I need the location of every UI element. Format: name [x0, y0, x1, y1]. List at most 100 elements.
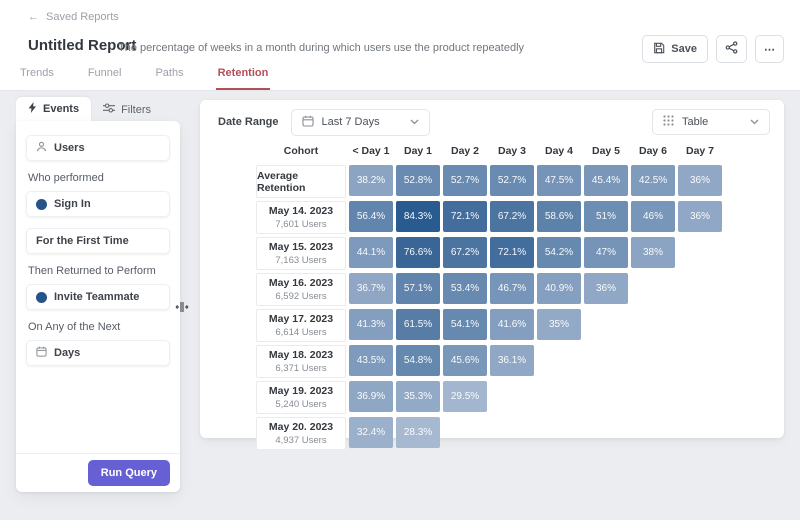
sidebar-tab-label: Events [43, 103, 79, 115]
report-description: The percentage of weeks in a month durin… [118, 42, 524, 54]
empty-cell [537, 345, 581, 378]
view-select[interactable]: Table [652, 109, 770, 135]
more-button[interactable]: ⋯ [755, 35, 784, 63]
share-button[interactable] [716, 35, 747, 63]
retention-cell[interactable]: 54.8% [396, 345, 440, 376]
cohort-name: May 16. 2023 [269, 277, 333, 289]
cohort-size: 7,601 Users [275, 219, 326, 230]
empty-cell [678, 237, 722, 270]
cohort-name: May 14. 2023 [269, 205, 333, 217]
date-range-select[interactable]: Last 7 Days [291, 109, 430, 136]
retention-cell[interactable]: 38% [631, 237, 675, 268]
filters-icon [103, 103, 115, 116]
tab-retention[interactable]: Retention [216, 67, 271, 90]
tab-trends[interactable]: Trends [18, 67, 56, 90]
back-link[interactable]: ← Saved Reports [28, 11, 119, 23]
retention-cell[interactable]: 36% [678, 165, 722, 196]
cohort-size: 6,614 Users [275, 327, 326, 338]
retention-cell[interactable]: 45.6% [443, 345, 487, 376]
retention-cell[interactable]: 36% [678, 201, 722, 232]
builder-row-days[interactable]: Days [26, 340, 170, 366]
retention-cell[interactable]: 51% [584, 201, 628, 232]
retention-cell[interactable]: 47% [584, 237, 628, 268]
retention-cell[interactable]: 52.7% [443, 165, 487, 196]
retention-cell[interactable]: 28.3% [396, 417, 440, 448]
panel-resize-handle[interactable] [175, 300, 189, 318]
retention-cell[interactable]: 36% [584, 273, 628, 304]
retention-cell[interactable]: 54.1% [443, 309, 487, 340]
column-header-cohort: Cohort [256, 142, 346, 160]
retention-cell[interactable]: 56.4% [349, 201, 393, 232]
save-icon [653, 42, 665, 57]
retention-cell[interactable]: 58.6% [537, 201, 581, 232]
sidebar-tab-filters[interactable]: Filters [91, 98, 163, 122]
event-row-sign-in[interactable]: Sign In [26, 191, 170, 217]
retention-cell[interactable]: 72.1% [443, 201, 487, 232]
back-arrow-icon: ← [28, 11, 39, 23]
empty-cell [584, 381, 628, 414]
empty-cell [443, 417, 487, 450]
retention-cell[interactable]: 57.1% [396, 273, 440, 304]
retention-cell[interactable]: 36.9% [349, 381, 393, 412]
sidebar-tab-events[interactable]: Events [16, 97, 91, 122]
cohort-label-cell: May 15. 20237,163 Users [256, 237, 346, 270]
retention-cell[interactable]: 45.4% [584, 165, 628, 196]
retention-cell[interactable]: 72.1% [490, 237, 534, 268]
retention-cell[interactable]: 67.2% [443, 237, 487, 268]
retention-grid: Cohort< Day 1Day 1Day 2Day 3Day 4Day 5Da… [256, 142, 722, 450]
retention-cell[interactable]: 46% [631, 201, 675, 232]
row-label: Users [54, 142, 85, 154]
empty-cell [631, 309, 675, 342]
retention-cell[interactable]: 84.3% [396, 201, 440, 232]
report-tabs: Trends Funnel Paths Retention [18, 67, 270, 90]
column-header-day-1: Day 1 [396, 142, 440, 160]
retention-cell[interactable]: 41.6% [490, 309, 534, 340]
empty-cell [490, 417, 534, 450]
builder-row-users[interactable]: Users [26, 135, 170, 161]
retention-cell[interactable]: 47.5% [537, 165, 581, 196]
builder-row-for-the-first-time[interactable]: For the First Time [26, 228, 170, 254]
retention-cell[interactable]: 35.3% [396, 381, 440, 412]
empty-cell [631, 345, 675, 378]
tab-funnel[interactable]: Funnel [86, 67, 124, 90]
cohort-name: May 17. 2023 [269, 313, 333, 325]
chevron-down-icon [410, 116, 419, 128]
retention-cell[interactable]: 44.1% [349, 237, 393, 268]
retention-cell[interactable]: 35% [537, 309, 581, 340]
run-query-button[interactable]: Run Query [88, 460, 170, 486]
save-label: Save [671, 43, 697, 55]
retention-cell[interactable]: 42.5% [631, 165, 675, 196]
cohort-name: Average Retention [257, 170, 345, 194]
retention-cell[interactable]: 53.4% [443, 273, 487, 304]
retention-cell[interactable]: 52.7% [490, 165, 534, 196]
retention-cell[interactable]: 38.2% [349, 165, 393, 196]
retention-cell[interactable]: 54.2% [537, 237, 581, 268]
row-label: For the First Time [36, 235, 129, 247]
cohort-name: May 19. 2023 [269, 385, 333, 397]
retention-cell[interactable]: 36.7% [349, 273, 393, 304]
retention-cell[interactable]: 76.6% [396, 237, 440, 268]
retention-cell[interactable]: 40.9% [537, 273, 581, 304]
retention-cell[interactable]: 29.5% [443, 381, 487, 412]
save-button[interactable]: Save [642, 35, 708, 63]
tab-paths[interactable]: Paths [153, 67, 185, 90]
chevron-down-icon [750, 116, 759, 128]
retention-cell[interactable]: 43.5% [349, 345, 393, 376]
more-icon: ⋯ [764, 43, 775, 56]
column-header-day-2: Day 2 [443, 142, 487, 160]
back-label: Saved Reports [46, 11, 119, 23]
retention-cell[interactable]: 41.3% [349, 309, 393, 340]
retention-cell[interactable]: 46.7% [490, 273, 534, 304]
date-range-label: Date Range [218, 116, 279, 128]
empty-cell [678, 417, 722, 450]
retention-cell[interactable]: 52.8% [396, 165, 440, 196]
retention-cell[interactable]: 32.4% [349, 417, 393, 448]
event-row-invite-teammate[interactable]: Invite Teammate [26, 284, 170, 310]
retention-cell[interactable]: 67.2% [490, 201, 534, 232]
query-builder-body: UsersWho performedSign InFor the First T… [16, 121, 180, 366]
empty-cell [584, 417, 628, 450]
empty-cell [537, 381, 581, 414]
retention-cell[interactable]: 61.5% [396, 309, 440, 340]
date-range-value: Last 7 Days [322, 116, 380, 128]
retention-cell[interactable]: 36.1% [490, 345, 534, 376]
